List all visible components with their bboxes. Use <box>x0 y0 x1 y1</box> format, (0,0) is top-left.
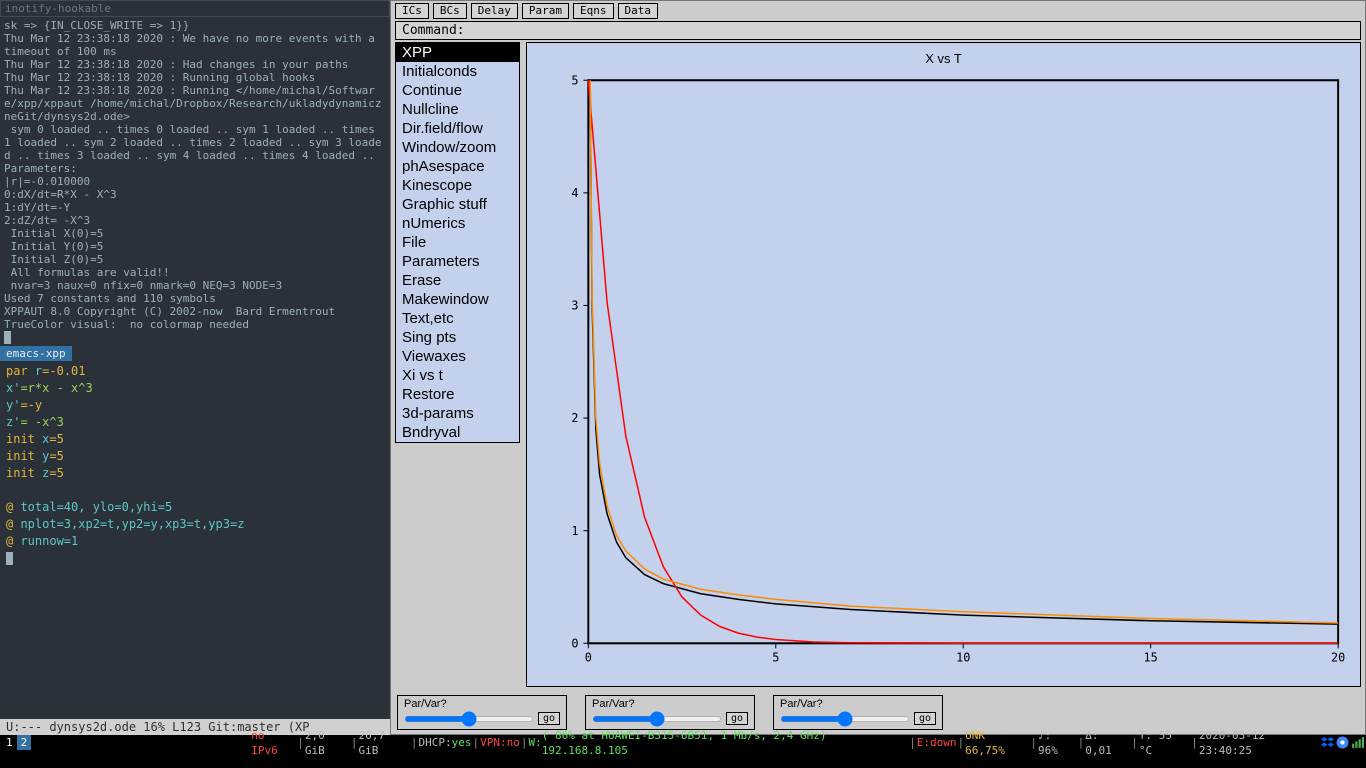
menu-kinescope[interactable]: Kinescope <box>396 176 519 195</box>
svg-text:5: 5 <box>571 73 578 87</box>
menu-parameters[interactable]: Parameters <box>396 252 519 271</box>
status-volume: ♪: 96% <box>1038 728 1077 758</box>
status-ipv6: no IPv6 <box>251 728 296 758</box>
status-disk: 26,7 GiB <box>358 728 409 758</box>
svg-text:0: 0 <box>571 636 578 650</box>
menu-restore[interactable]: Restore <box>396 385 519 404</box>
menu-window-zoom[interactable]: Window/zoom <box>396 138 519 157</box>
menu-phasespace[interactable]: phAsespace <box>396 157 519 176</box>
command-label: Command: <box>395 21 1361 40</box>
svg-text:3: 3 <box>571 298 578 312</box>
wifi-icon[interactable] <box>1351 736 1364 749</box>
menu-dir-field-flow[interactable]: Dir.field/flow <box>396 119 519 138</box>
terminal-output: sk => {IN_CLOSE_WRITE => 1}}Thu Mar 12 2… <box>0 17 390 346</box>
status-vpn-value: no <box>507 735 520 750</box>
status-eth-value: down <box>930 735 957 750</box>
menu-continue[interactable]: Continue <box>396 81 519 100</box>
status-delta: Δ: 0,01 <box>1085 728 1130 758</box>
status-wifi-label: W: <box>529 735 542 750</box>
menu-initialconds[interactable]: Initialconds <box>396 62 519 81</box>
menu-xpp[interactable]: XPP <box>396 43 519 62</box>
parvar-range-2[interactable] <box>780 716 910 722</box>
menu-makewindow[interactable]: Makewindow <box>396 290 519 309</box>
menu-sing-pts[interactable]: Sing pts <box>396 328 519 347</box>
menu-3d-params[interactable]: 3d-params <box>396 404 519 423</box>
menu-bndryval[interactable]: Bndryval <box>396 423 519 442</box>
top-toolbar: ICsBCsDelayParamEqnsData <box>391 1 1365 21</box>
command-menu: XPPInitialcondsContinueNullclineDir.fiel… <box>395 42 520 443</box>
status-dhcp-label: DHCP: <box>419 735 452 750</box>
left-pane: inotify-hookable sk => {IN_CLOSE_WRITE =… <box>0 0 390 735</box>
menu-graphic-stuff[interactable]: Graphic stuff <box>396 195 519 214</box>
toolbar-eqns[interactable]: Eqns <box>573 3 614 19</box>
status-temp: T: 55 °C <box>1139 728 1190 758</box>
status-bar: 1 2 no IPv6 | 2,0 GiB | 26,7 GiB | DHCP:… <box>0 735 1366 750</box>
status-wifi-value: ( 86% at HUAWEI-B315-6B51, 1 Mb/s, 2,4 G… <box>542 728 908 758</box>
status-time: 2020-03-12 23:40:25 <box>1199 728 1321 758</box>
workspace-2[interactable]: 2 <box>17 735 32 750</box>
parvar-range-0[interactable] <box>404 716 534 722</box>
parvar-slider-1[interactable]: Par/Var?go <box>585 695 755 730</box>
svg-text:4: 4 <box>571 186 578 200</box>
toolbar-param[interactable]: Param <box>522 3 569 19</box>
terminal-title: inotify-hookable <box>0 0 390 17</box>
plot-title: X vs T <box>539 51 1348 70</box>
menu-viewaxes[interactable]: Viewaxes <box>396 347 519 366</box>
status-eth-label: E: <box>917 735 930 750</box>
parvar-go-1[interactable]: go <box>726 712 748 725</box>
parvar-go-0[interactable]: go <box>538 712 560 725</box>
toolbar-bcs[interactable]: BCs <box>433 3 467 19</box>
svg-text:2: 2 <box>571 411 578 425</box>
svg-text:10: 10 <box>956 651 970 665</box>
plot-panel[interactable]: X vs T 0 5 10 15 20 0 1 2 3 4 5 <box>526 42 1361 687</box>
svg-text:15: 15 <box>1144 651 1158 665</box>
svg-text:0: 0 <box>585 651 592 665</box>
chrome-icon[interactable] <box>1336 736 1349 749</box>
status-vpn-label: VPN: <box>480 735 507 750</box>
emacs-editor[interactable]: par r=-0.01x'=r*x - x^3y'=-yz'= -x^3init… <box>0 361 390 719</box>
svg-text:5: 5 <box>772 651 779 665</box>
menu-nullcline[interactable]: Nullcline <box>396 100 519 119</box>
parvar-go-2[interactable]: go <box>914 712 936 725</box>
svg-text:1: 1 <box>571 524 578 538</box>
dropbox-icon[interactable] <box>1321 736 1334 749</box>
plot-canvas[interactable]: 0 5 10 15 20 0 1 2 3 4 5 <box>539 70 1348 674</box>
toolbar-ics[interactable]: ICs <box>395 3 429 19</box>
menu-file[interactable]: File <box>396 233 519 252</box>
xpp-window: ICsBCsDelayParamEqnsData Command: XPPIni… <box>390 0 1366 735</box>
menu-text-etc[interactable]: Text,etc <box>396 309 519 328</box>
svg-text:20: 20 <box>1331 651 1345 665</box>
toolbar-data[interactable]: Data <box>618 3 659 19</box>
parvar-slider-0[interactable]: Par/Var?go <box>397 695 567 730</box>
status-unk: UNK 66,75% <box>965 728 1029 758</box>
status-dhcp-value: yes <box>452 735 472 750</box>
menu-erase[interactable]: Erase <box>396 271 519 290</box>
parvar-slider-2[interactable]: Par/Var?go <box>773 695 943 730</box>
toolbar-delay[interactable]: Delay <box>471 3 518 19</box>
menu-numerics[interactable]: nUmerics <box>396 214 519 233</box>
parvar-range-1[interactable] <box>592 716 722 722</box>
status-mem: 2,0 GiB <box>305 728 350 758</box>
menu-xi-vs-t[interactable]: Xi vs t <box>396 366 519 385</box>
workspace-1[interactable]: 1 <box>2 735 17 750</box>
emacs-tab[interactable]: emacs-xpp <box>0 346 72 361</box>
